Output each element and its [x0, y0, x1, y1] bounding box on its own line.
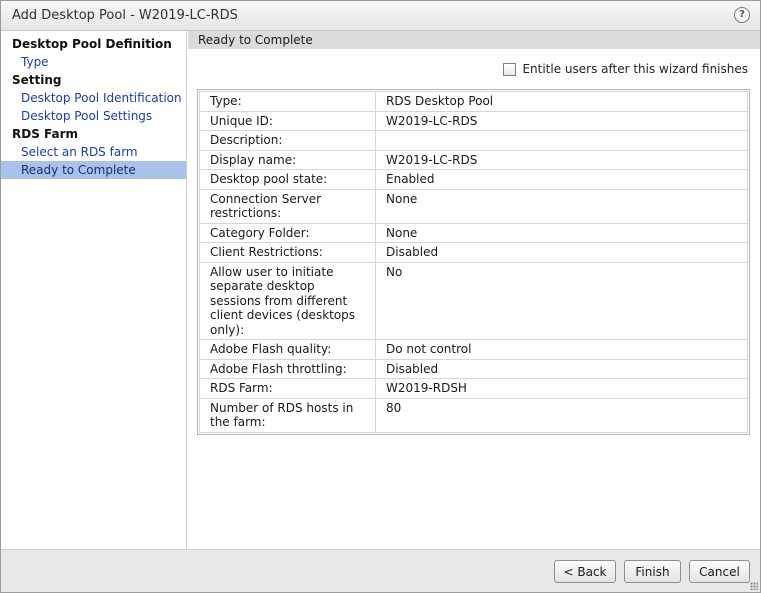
resize-grip-icon[interactable]: [750, 582, 758, 590]
entitle-users-checkbox[interactable]: [503, 62, 517, 76]
summary-key: Description:: [199, 130, 376, 151]
summary-value: No: [375, 261, 748, 340]
finish-button[interactable]: Finish: [624, 560, 681, 583]
nav-heading-setting: Setting: [12, 73, 62, 87]
summary-key: Connection Server restrictions:: [199, 188, 376, 224]
summary-key: Adobe Flash throttling:: [199, 358, 376, 379]
table-row: Connection Server restrictions: None: [199, 188, 748, 224]
nav-heading-rds-farm: RDS Farm: [12, 127, 79, 141]
summary-value: 80: [375, 397, 748, 433]
summary-value: W2019-LC-RDS: [375, 149, 748, 170]
summary-key: Client Restrictions:: [199, 242, 376, 263]
summary-table: Type: RDS Desktop Pool Unique ID: W2019-…: [199, 91, 748, 433]
summary-key: Number of RDS hosts in the farm:: [199, 397, 376, 433]
summary-key: Adobe Flash quality:: [199, 339, 376, 360]
table-row: Adobe Flash quality: Do not control: [199, 339, 748, 360]
summary-value: Do not control: [375, 339, 748, 360]
table-row: Unique ID: W2019-LC-RDS: [199, 110, 748, 131]
help-icon[interactable]: ?: [734, 7, 750, 23]
cancel-button[interactable]: Cancel: [689, 560, 750, 583]
summary-value: [375, 130, 748, 151]
summary-value: Disabled: [375, 242, 748, 263]
table-row: Description:: [199, 130, 748, 151]
wizard-content: Ready to Complete Entitle users after th…: [188, 31, 760, 549]
add-desktop-pool-dialog: Add Desktop Pool - W2019-LC-RDS ? Deskto…: [0, 0, 761, 593]
entitle-users-label[interactable]: Entitle users after this wizard finishes: [522, 62, 748, 76]
page-header: Ready to Complete: [188, 31, 760, 49]
summary-value: None: [375, 222, 748, 243]
title-bar[interactable]: Add Desktop Pool - W2019-LC-RDS ?: [1, 1, 760, 31]
entitle-users-row: Entitle users after this wizard finishes: [503, 61, 748, 77]
table-row: Display name: W2019-LC-RDS: [199, 149, 748, 170]
nav-item-select-rds-farm[interactable]: Select an RDS farm: [1, 143, 186, 161]
window-title: Add Desktop Pool - W2019-LC-RDS: [12, 8, 238, 23]
summary-value: Enabled: [375, 169, 748, 190]
summary-key: Allow user to initiate separate desktop …: [199, 261, 376, 340]
summary-key: Unique ID:: [199, 110, 376, 131]
table-row: Adobe Flash throttling: Disabled: [199, 358, 748, 379]
table-row: Category Folder: None: [199, 222, 748, 243]
nav-item-desktop-pool-identification[interactable]: Desktop Pool Identification: [1, 89, 186, 107]
nav-heading-desktop-pool-definition: Desktop Pool Definition: [12, 37, 172, 51]
table-row: Type: RDS Desktop Pool: [199, 91, 748, 112]
nav-item-type[interactable]: Type: [1, 53, 186, 71]
back-button[interactable]: < Back: [554, 560, 616, 583]
summary-value: Disabled: [375, 358, 748, 379]
summary-panel: Type: RDS Desktop Pool Unique ID: W2019-…: [197, 89, 750, 435]
nav-item-desktop-pool-settings[interactable]: Desktop Pool Settings: [1, 107, 186, 125]
summary-key: Category Folder:: [199, 222, 376, 243]
summary-value: RDS Desktop Pool: [375, 91, 748, 112]
table-row: Desktop pool state: Enabled: [199, 169, 748, 190]
table-row: Client Restrictions: Disabled: [199, 242, 748, 263]
dialog-footer: < Back Finish Cancel: [1, 549, 760, 592]
nav-item-ready-to-complete[interactable]: Ready to Complete: [1, 161, 186, 179]
wizard-sidebar: Desktop Pool Definition Type Setting Des…: [1, 31, 187, 549]
table-row: RDS Farm: W2019-RDSH: [199, 378, 748, 399]
summary-key: RDS Farm:: [199, 378, 376, 399]
summary-key: Type:: [199, 91, 376, 112]
summary-value: W2019-LC-RDS: [375, 110, 748, 131]
summary-value: None: [375, 188, 748, 224]
table-row: Number of RDS hosts in the farm: 80: [199, 397, 748, 433]
summary-value: W2019-RDSH: [375, 378, 748, 399]
summary-key: Desktop pool state:: [199, 169, 376, 190]
summary-key: Display name:: [199, 149, 376, 170]
table-row: Allow user to initiate separate desktop …: [199, 261, 748, 340]
